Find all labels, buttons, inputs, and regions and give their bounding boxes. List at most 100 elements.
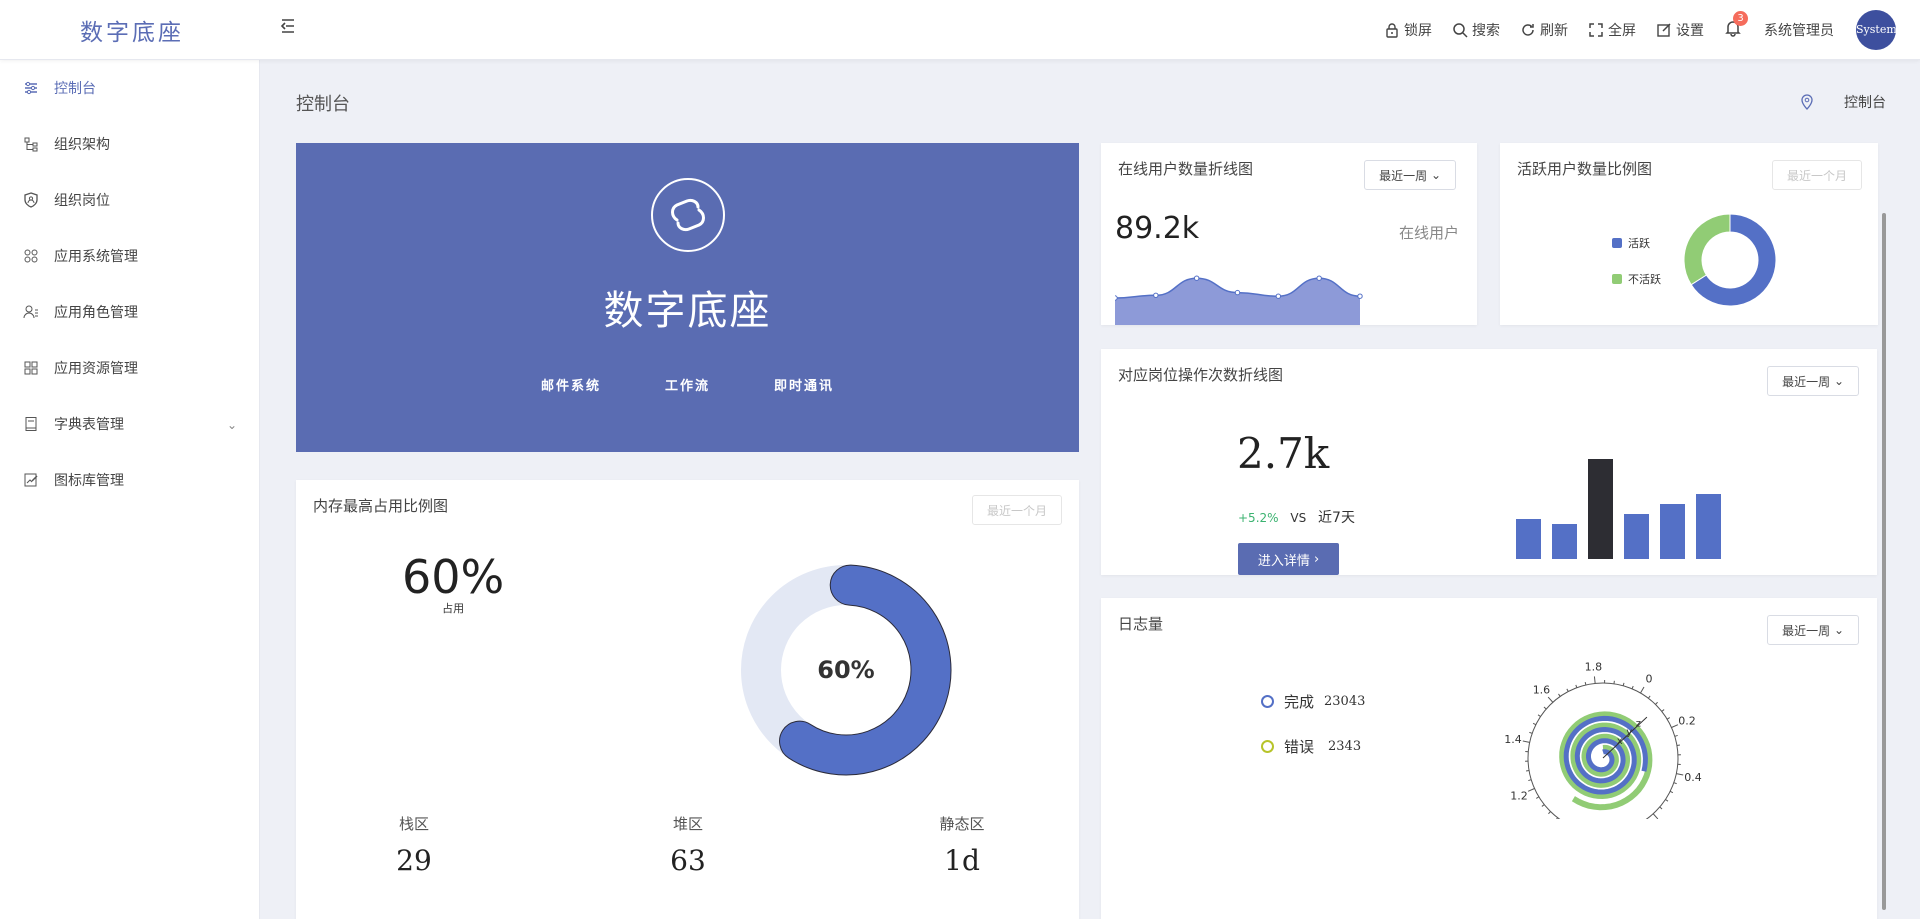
sidebar-item-roles[interactable]: 应用角色管理	[0, 284, 259, 340]
memory-percent: 60% 占用	[402, 550, 504, 616]
refresh-icon	[1522, 24, 1534, 36]
polar-tick	[1622, 682, 1625, 686]
polar-tick	[1575, 684, 1578, 688]
sidebar-item-console[interactable]: 控制台	[0, 60, 259, 116]
period-select[interactable]: 最近一个月	[971, 495, 1062, 525]
header-toolbar: 锁屏 搜索 刷新 全屏 设置 3 系统管理员 SystemManager	[1384, 0, 1920, 60]
polar-tick	[1541, 804, 1545, 807]
legend-swatch	[1612, 274, 1622, 284]
legend-ring-icon	[1261, 740, 1274, 753]
sidebar-item-apps[interactable]: 应用系统管理	[0, 228, 259, 284]
lock-icon	[1386, 23, 1398, 38]
post-ops-value: 2.7k	[1237, 429, 1330, 478]
active-donut-chart	[1683, 213, 1777, 307]
period-select[interactable]: 最近一周 ⌄	[1767, 615, 1859, 645]
link-workflow[interactable]: 工作流	[665, 375, 710, 394]
sidebar-item-label: 字典表管理	[54, 417, 124, 433]
chevron-down-icon[interactable]: ⌄	[227, 418, 237, 432]
period-select-label: 最近一周	[1379, 168, 1428, 183]
card-title: 内存最高占用比例图	[313, 497, 449, 515]
bar	[1660, 504, 1685, 559]
polar-tick-label: 0.2	[1678, 715, 1696, 728]
polar-tick-label: 0.4	[1684, 771, 1702, 784]
online-area-fill	[1115, 278, 1360, 325]
post-ops-compare: +5.2% VS 近7天	[1238, 507, 1355, 527]
polar-tick	[1631, 685, 1634, 690]
settings-label: 设置	[1676, 23, 1704, 39]
log-legend: 完成 23043 错误 2343	[1261, 691, 1365, 757]
detail-button[interactable]: 进入详情 ›	[1238, 543, 1339, 575]
polar-axis-label: z	[1636, 718, 1641, 729]
sidebar-item-post[interactable]: 组织岗位	[0, 172, 259, 228]
period-select[interactable]: 最近一周 ⌄	[1364, 160, 1456, 190]
online-data-point	[1316, 275, 1322, 281]
shield-user-icon	[22, 191, 40, 209]
sidebar-item-dict[interactable]: 字典表管理 ⌄	[0, 396, 259, 452]
welcome-banner: 数字底座 邮件系统 工作流 即时通讯	[296, 143, 1079, 452]
polar-tick	[1537, 714, 1541, 717]
polar-tick	[1665, 799, 1669, 802]
location-pin-icon	[1801, 94, 1813, 110]
polar-tick	[1558, 693, 1561, 697]
polar-tick	[1676, 744, 1680, 746]
polar-tick	[1661, 709, 1665, 712]
stat-stack: 栈区 29	[374, 813, 454, 877]
polar-tick	[1526, 770, 1530, 772]
settings-icon	[1657, 23, 1671, 37]
search-button[interactable]: 搜索	[1452, 20, 1500, 40]
stat-static: 静态区 1d	[922, 813, 1002, 877]
sidebar-item-label: 组织岗位	[54, 193, 110, 209]
notification-button[interactable]: 3	[1724, 11, 1748, 41]
polar-tick	[1584, 681, 1587, 686]
refresh-button[interactable]: 刷新	[1520, 20, 1568, 40]
fullscreen-button[interactable]: 全屏	[1588, 20, 1636, 40]
book-icon	[22, 415, 40, 433]
stat-label: 静态区	[939, 815, 985, 833]
post-bar-chart	[1516, 459, 1721, 559]
card-title: 对应岗位操作次数折线图	[1118, 366, 1284, 384]
detail-button-label: 进入详情	[1257, 553, 1310, 569]
avatar[interactable]: SystemManager	[1856, 10, 1896, 50]
breadcrumb-item[interactable]: 控制台	[1844, 92, 1886, 112]
org-tree-icon	[22, 135, 40, 153]
memory-percent-value: 60%	[402, 550, 505, 604]
polar-tick	[1659, 806, 1663, 810]
online-area-chart	[1115, 275, 1363, 325]
collapse-menu-icon[interactable]	[278, 16, 300, 38]
sidebar-item-label: 组织架构	[54, 137, 110, 153]
period-select[interactable]: 最近一个月	[1771, 160, 1862, 190]
sidebar-item-resources[interactable]: 应用资源管理	[0, 340, 259, 396]
legend-swatch	[1612, 238, 1622, 248]
link-mail[interactable]: 邮件系统	[541, 375, 601, 394]
search-label: 搜索	[1472, 23, 1500, 39]
polar-tick	[1673, 782, 1677, 785]
lock-button[interactable]: 锁屏	[1384, 20, 1432, 40]
legend-label: 活跃	[1628, 237, 1650, 250]
legend-label: 完成	[1284, 693, 1315, 711]
link-im[interactable]: 即时通讯	[774, 375, 834, 394]
polar-tick-label: 1.2	[1510, 789, 1528, 802]
period-select[interactable]: 最近一周 ⌄	[1767, 366, 1859, 396]
online-data-point	[1275, 293, 1282, 299]
online-data-point	[1115, 295, 1118, 301]
online-users-value: 89.2k	[1115, 211, 1200, 246]
apps-icon	[22, 247, 40, 265]
log-volume-card: 日志量 最近一周 ⌄ 完成 23043 错误 2343 00.20.40.60.…	[1101, 598, 1877, 919]
settings-button[interactable]: 设置	[1656, 20, 1704, 40]
post-operations-card: 对应岗位操作次数折线图 最近一周 ⌄ 2.7k +5.2% VS 近7天 进入详…	[1101, 349, 1877, 575]
stat-value: 1d	[944, 844, 980, 877]
scrollbar[interactable]	[1882, 213, 1886, 910]
polar-tick	[1548, 811, 1551, 815]
stat-label: 栈区	[398, 815, 429, 833]
legend-ring-icon	[1261, 695, 1274, 708]
grid-icon	[22, 359, 40, 377]
user-name[interactable]: 系统管理员	[1764, 20, 1834, 40]
sidebar-item-icons[interactable]: 图标库管理	[0, 452, 259, 508]
app-logo[interactable]: 数字底座	[80, 13, 184, 47]
polar-tick	[1566, 688, 1569, 692]
period-select-label: 最近一周	[1782, 374, 1831, 389]
polar-tick-label: 1.8	[1585, 661, 1603, 674]
sidebar-item-org[interactable]: 组织架构	[0, 116, 259, 172]
polar-axis-label: y	[1626, 727, 1632, 738]
polar-tick	[1528, 779, 1532, 782]
